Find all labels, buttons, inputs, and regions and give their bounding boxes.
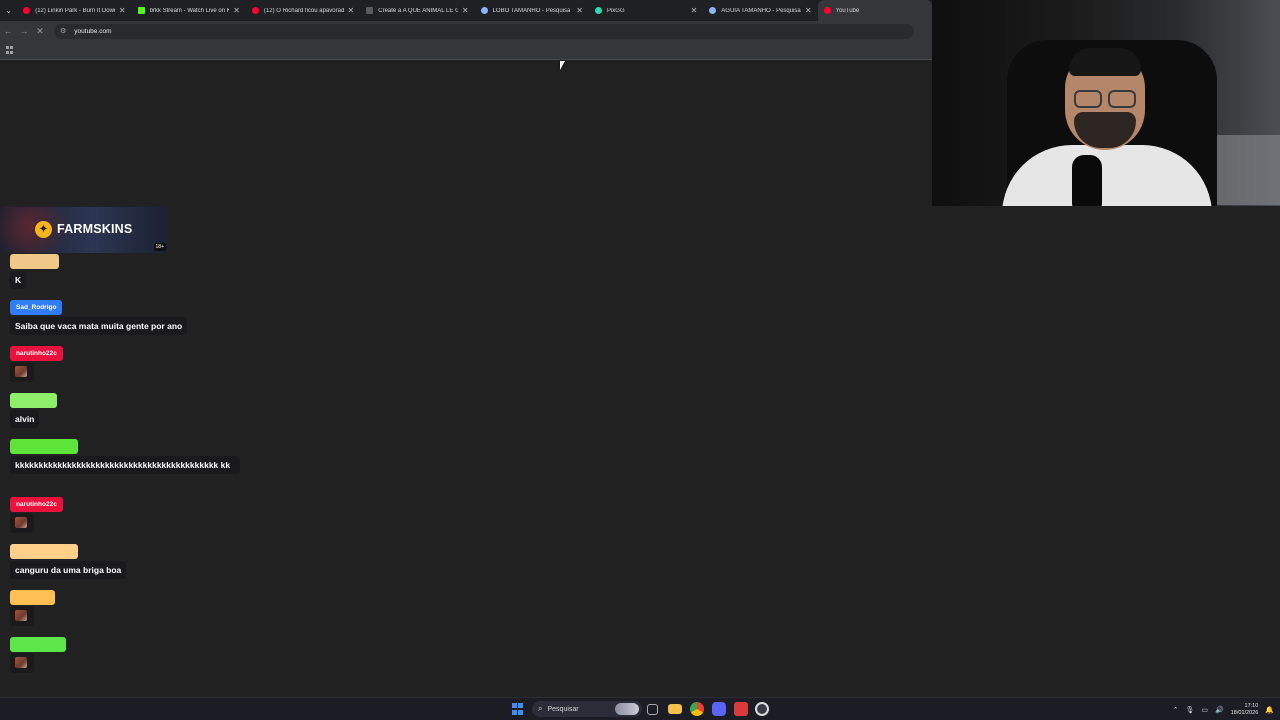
close-tab-icon[interactable]: ✕ (348, 6, 355, 15)
chat-username (10, 544, 78, 559)
clock[interactable]: 17:10 18/01/2026 (1231, 703, 1259, 717)
chat-username: Sad_Rodrigo (10, 300, 63, 315)
task-view-icon[interactable] (647, 704, 658, 715)
chat-emote-icon (15, 610, 27, 621)
address-bar[interactable]: ⚙ youtube.com (54, 23, 914, 39)
youtube-favicon-icon (823, 7, 831, 14)
apps-grid-icon[interactable] (6, 46, 14, 54)
close-tab-icon[interactable]: ✕ (691, 6, 698, 15)
close-tab-icon[interactable]: ✕ (805, 6, 812, 15)
tab-title: (12) Linkin Park - Burn It Down (35, 7, 115, 14)
clock-time: 17:10 (1244, 703, 1259, 709)
notification-bell-icon[interactable]: 🔔 (1265, 706, 1274, 714)
browser-tab[interactable]: (12) Linkin Park - Burn It Down ✕ (17, 0, 131, 21)
microphone-icon[interactable]: 🎙 (1186, 706, 1195, 714)
browser-tab[interactable]: brkk Stream - Watch Live on Ki ✕ (132, 0, 246, 21)
browser-tab[interactable]: PixGG ✕ (589, 0, 703, 21)
google-favicon-icon (709, 7, 717, 14)
taskbar-search-placeholder: Pesquisar (547, 705, 579, 713)
browser-tab[interactable]: AGUIA TAMANHO - Pesquisa G ✕ (703, 0, 817, 21)
chat-username (10, 254, 59, 269)
browser-tab[interactable]: LOBO TAMANHO - Pesquisa Go ✕ (475, 0, 589, 21)
chat-emote-icon (15, 517, 27, 528)
tab-title: LOBO TAMANHO - Pesquisa Go (492, 7, 573, 14)
forward-arrow-icon[interactable]: → (16, 21, 32, 41)
back-arrow-icon[interactable]: ← (0, 21, 16, 41)
chat-message: alvin (10, 410, 40, 428)
chat-username (10, 439, 78, 454)
youtube-favicon-icon (23, 7, 31, 14)
file-explorer-icon[interactable] (668, 704, 682, 714)
tab-title: YouTube (835, 7, 860, 14)
obs-icon[interactable] (755, 702, 769, 716)
chat-username (10, 393, 57, 408)
address-text: youtube.com (74, 27, 112, 35)
tab-title: AGUIA TAMANHO - Pesquisa G (721, 7, 801, 14)
browser-tab[interactable]: Create a A QUE ANIMAL LE GA ✕ (360, 0, 474, 21)
chat-emote-icon (15, 657, 27, 668)
tab-title: Create a A QUE ANIMAL LE GA (378, 7, 458, 14)
tab-title: PixGG (606, 7, 625, 14)
stream-app-icon[interactable] (734, 702, 748, 716)
browser-tab[interactable]: (12) O Richard ficou apavorado ✕ (246, 0, 360, 21)
stop-loading-icon[interactable]: ✕ (32, 21, 48, 41)
browser-tab-bar: ⌄ (12) Linkin Park - Burn It Down ✕ brkk… (0, 0, 932, 21)
taskbar-search[interactable]: ⌕ Pesquisar (532, 701, 642, 717)
browser-tab-active[interactable]: YouTube (817, 0, 932, 21)
chat-username: narutinho22c (10, 346, 63, 361)
google-favicon-icon (480, 7, 488, 14)
sponsor-banner: ✦ FARMSKINS 18+ (0, 207, 168, 253)
close-tab-icon[interactable]: ✕ (233, 6, 240, 15)
farmskins-logo-icon: ✦ (35, 221, 52, 238)
age-rating-badge: 18+ (153, 243, 166, 251)
network-icon[interactable]: ▭ (1201, 706, 1208, 714)
close-tab-icon[interactable]: ✕ (119, 6, 126, 15)
youtube-favicon-icon (251, 7, 259, 14)
sponsor-brand: FARMSKINS (57, 222, 133, 236)
windows-start-icon[interactable] (512, 703, 524, 715)
bookmarks-bar (0, 41, 932, 60)
search-icon: ⌕ (538, 704, 543, 713)
chat-username (10, 590, 55, 605)
chat-message: Saiba que vaca mata muita gente por ano (10, 317, 188, 335)
chat-message: canguru da uma briga boa (10, 561, 127, 579)
chat-username (10, 637, 66, 652)
tab-search-icon[interactable]: ⌄ (0, 0, 17, 21)
chat-message: kkkkkkkkkkkkkkkkkkkkkkkkkkkkkkkkkkkkkkkk… (10, 456, 240, 474)
microphone (1072, 155, 1102, 206)
chrome-icon[interactable] (690, 702, 704, 716)
tab-title: brkk Stream - Watch Live on Ki (149, 7, 230, 14)
kick-favicon-icon (137, 7, 145, 14)
close-tab-icon[interactable]: ✕ (576, 6, 583, 15)
search-highlight-art (615, 703, 639, 715)
system-tray: ⌃ 🎙 ▭ 🔊 17:10 18/01/2026 🔔 (1173, 700, 1274, 720)
volume-icon[interactable]: 🔊 (1215, 706, 1224, 714)
clock-date: 18/01/2026 (1230, 710, 1259, 716)
taskbar: ⌕ Pesquisar ⌃ 🎙 ▭ 🔊 17:10 18/01/2026 🔔 (0, 697, 1280, 720)
webcam-feed (932, 0, 1280, 206)
mouse-cursor-icon (560, 61, 565, 70)
page-favicon-icon (366, 7, 374, 14)
tab-title: (12) O Richard ficou apavorado (263, 7, 344, 14)
chat-username: narutinho22c (10, 497, 63, 512)
close-tab-icon[interactable]: ✕ (462, 6, 469, 15)
screen: ⌄ (12) Linkin Park - Burn It Down ✕ brkk… (0, 0, 1280, 720)
discord-icon[interactable] (712, 702, 726, 716)
chevron-up-icon[interactable]: ⌃ (1173, 706, 1179, 714)
browser-toolbar: ← → ✕ ⚙ youtube.com (0, 21, 932, 41)
chat-emote-icon (15, 366, 27, 377)
pixgg-favicon-icon (594, 7, 602, 14)
chat-message: K (10, 271, 27, 289)
site-info-icon[interactable]: ⚙ (60, 27, 66, 35)
